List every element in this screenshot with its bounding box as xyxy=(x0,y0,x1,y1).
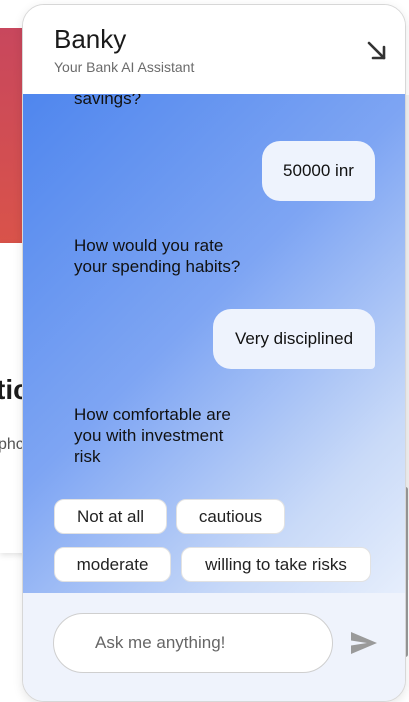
user-message: 50000 inr xyxy=(262,141,375,201)
user-message: Very disciplined xyxy=(213,309,375,369)
chat-subtitle: Your Bank AI Assistant xyxy=(54,59,195,75)
background-subtext: phc xyxy=(0,436,24,453)
chat-footer: Ask me anything! xyxy=(23,593,405,701)
bot-message: savings? xyxy=(74,94,142,108)
bot-message: How comfortable are you with investment … xyxy=(74,405,231,466)
arrow-down-right-icon[interactable] xyxy=(363,37,391,65)
chat-messages[interactable]: savings? 50000 inr How would you rate yo… xyxy=(23,94,405,593)
user-message-text: 50000 inr xyxy=(283,161,354,180)
chat-input[interactable]: Ask me anything! xyxy=(53,613,333,673)
send-icon[interactable] xyxy=(349,629,379,657)
chat-header: Banky Your Bank AI Assistant xyxy=(23,5,405,94)
option-moderate[interactable]: moderate xyxy=(54,547,171,582)
chat-widget: Banky Your Bank AI Assistant savings? 50… xyxy=(22,4,406,702)
user-message-text: Very disciplined xyxy=(234,329,354,348)
option-cautious[interactable]: cautious xyxy=(176,499,285,534)
bot-message: How would you rate your spending habits? xyxy=(74,236,241,276)
option-not-at-all[interactable]: Not at all xyxy=(54,499,167,534)
option-willing-to-take-risks[interactable]: willing to take risks xyxy=(181,547,371,582)
chat-title: Banky xyxy=(54,24,127,54)
